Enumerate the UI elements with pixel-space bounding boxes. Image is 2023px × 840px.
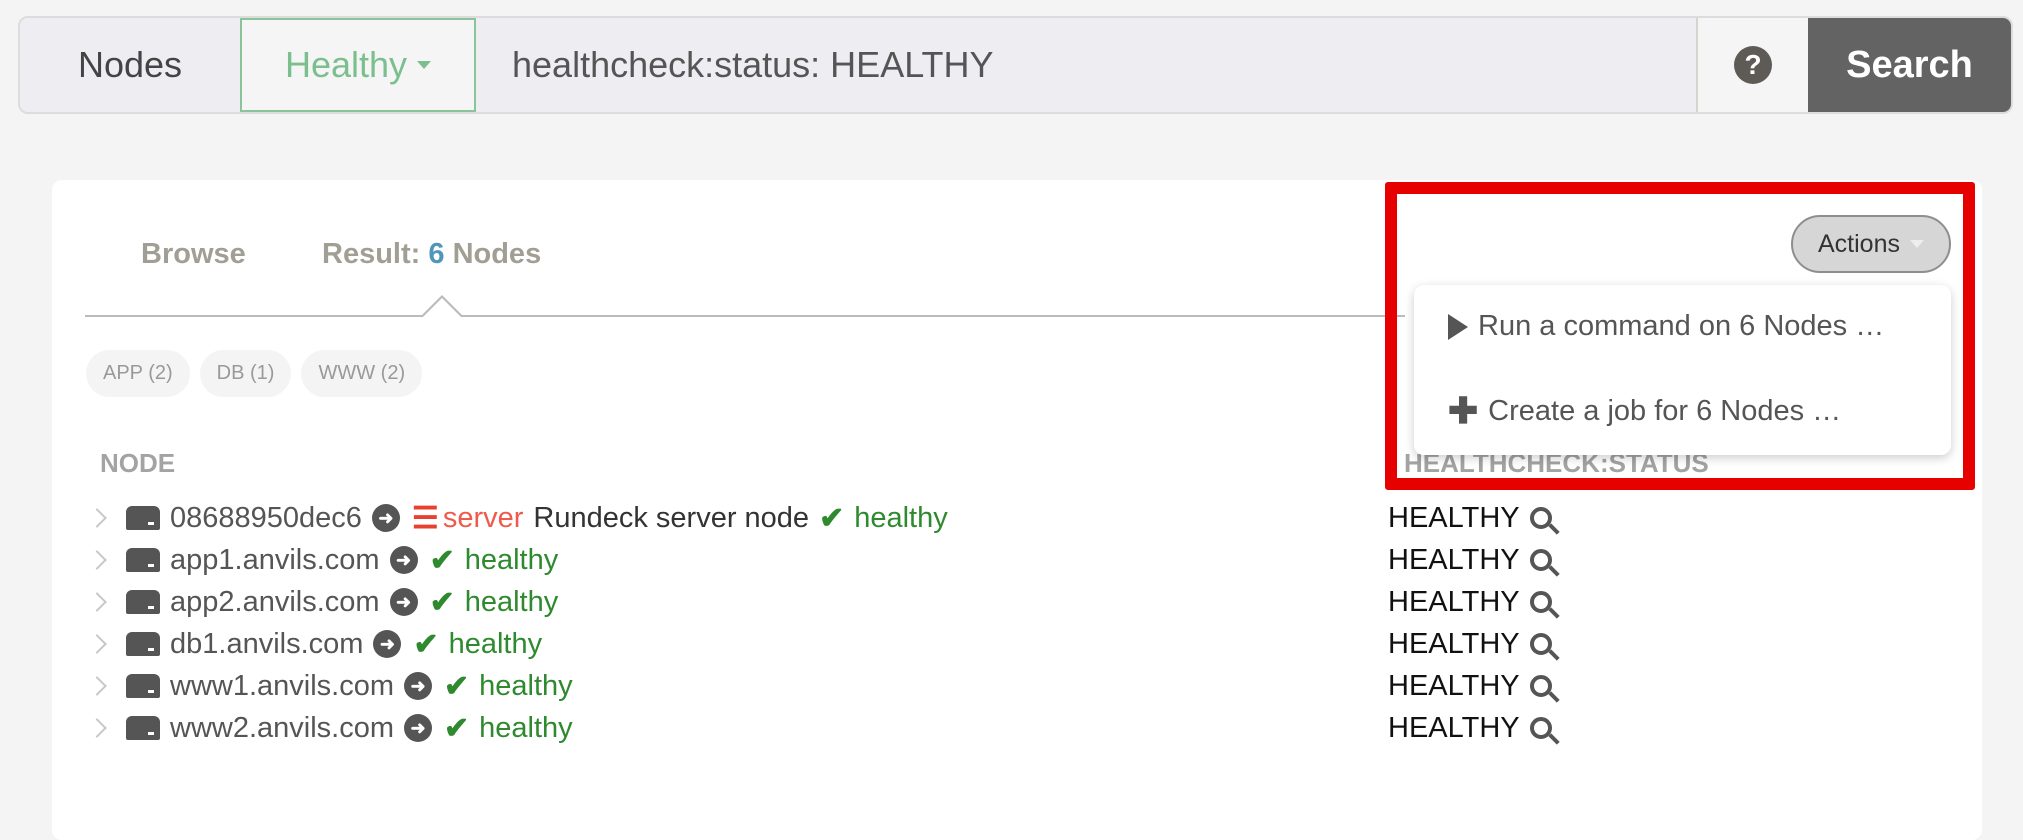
status-cell: HEALTHY bbox=[1388, 581, 1552, 623]
column-header-node: NODE bbox=[100, 448, 176, 478]
filter-input[interactable] bbox=[476, 18, 1696, 112]
arrow-circle-right-icon[interactable]: ➜ bbox=[371, 504, 400, 532]
chevron-right-icon[interactable] bbox=[87, 550, 107, 570]
check-icon: ✔ bbox=[429, 543, 455, 577]
status-value: HEALTHY bbox=[1388, 627, 1520, 660]
search-icon[interactable] bbox=[1529, 549, 1552, 571]
status-value: HEALTHY bbox=[1388, 669, 1520, 702]
node-description: Rundeck server node bbox=[533, 501, 810, 534]
rundeck-logo-icon: ☰ bbox=[411, 501, 439, 535]
chevron-right-icon[interactable] bbox=[87, 508, 107, 528]
node-name[interactable]: www2.anvils.com bbox=[170, 712, 394, 745]
search-icon[interactable] bbox=[1529, 675, 1552, 697]
chevron-right-icon[interactable] bbox=[87, 634, 107, 654]
server-icon bbox=[126, 548, 160, 572]
node-name[interactable]: app1.anvils.com bbox=[170, 544, 380, 577]
filter-dropdown[interactable]: Healthy bbox=[240, 18, 476, 112]
status-cell: HEALTHY bbox=[1388, 665, 1552, 707]
tag-db[interactable]: DB (1) bbox=[199, 350, 292, 397]
server-icon bbox=[126, 674, 160, 698]
tag-filters: APP (2) DB (1) WWW (2) bbox=[86, 350, 423, 397]
status-value: HEALTHY bbox=[1388, 711, 1520, 744]
status-value: HEALTHY bbox=[1388, 543, 1520, 576]
check-icon: ✔ bbox=[444, 711, 470, 745]
status-value: HEALTHY bbox=[1388, 501, 1520, 534]
status-value: HEALTHY bbox=[1388, 585, 1520, 618]
health-label: healthy bbox=[479, 711, 573, 744]
check-icon: ✔ bbox=[819, 501, 845, 535]
arrow-circle-right-icon[interactable]: ➜ bbox=[389, 546, 418, 574]
arrow-circle-right-icon[interactable]: ➜ bbox=[389, 588, 418, 616]
table-row: www2.anvils.com ➜ ✔ healthy bbox=[87, 707, 948, 749]
caret-down-icon bbox=[417, 61, 432, 69]
tag-app[interactable]: APP (2) bbox=[86, 350, 190, 397]
tab-result[interactable]: Result: 6 Nodes bbox=[322, 238, 541, 271]
table-row: app1.anvils.com ➜ ✔ healthy bbox=[87, 539, 948, 581]
table-row: 08688950dec6 ➜ ☰ server Rundeck server n… bbox=[87, 497, 948, 539]
server-icon bbox=[126, 632, 160, 656]
node-name[interactable]: app2.anvils.com bbox=[170, 586, 380, 619]
node-filter-bar: Nodes Healthy ? Search bbox=[18, 16, 2013, 114]
health-label: healthy bbox=[448, 627, 543, 660]
table-row: app2.anvils.com ➜ ✔ healthy bbox=[87, 581, 948, 623]
status-cell: HEALTHY bbox=[1388, 707, 1552, 749]
search-icon[interactable] bbox=[1529, 507, 1552, 529]
server-icon bbox=[126, 716, 160, 740]
node-name[interactable]: www1.anvils.com bbox=[170, 670, 394, 703]
tag-www[interactable]: WWW (2) bbox=[301, 350, 423, 397]
search-icon[interactable] bbox=[1529, 591, 1552, 613]
health-label: healthy bbox=[479, 669, 573, 702]
node-tag: server bbox=[442, 501, 524, 534]
result-prefix: Result: bbox=[322, 238, 421, 270]
active-tab-indicator-fill bbox=[422, 298, 462, 318]
check-icon: ✔ bbox=[413, 627, 439, 661]
table-row: www1.anvils.com ➜ ✔ healthy bbox=[87, 665, 948, 707]
chevron-right-icon[interactable] bbox=[87, 592, 107, 612]
arrow-circle-right-icon[interactable]: ➜ bbox=[404, 672, 432, 700]
server-icon bbox=[126, 506, 160, 530]
status-cell: HEALTHY bbox=[1388, 623, 1552, 665]
search-button[interactable]: Search bbox=[1808, 18, 2011, 112]
nodes-label: Nodes bbox=[20, 18, 240, 112]
help-button[interactable]: ? bbox=[1696, 18, 1808, 112]
status-cell: HEALTHY bbox=[1388, 539, 1552, 581]
health-label: healthy bbox=[854, 501, 948, 534]
node-list: 08688950dec6 ➜ ☰ server Rundeck server n… bbox=[87, 497, 948, 749]
table-row: db1.anvils.com ➜ ✔ healthy bbox=[87, 623, 948, 665]
result-suffix: Nodes bbox=[452, 238, 542, 270]
status-column: HEALTHY HEALTHY HEALTHY HEALTHY HEALTHY … bbox=[1388, 497, 1552, 749]
chevron-right-icon[interactable] bbox=[87, 676, 107, 696]
server-icon bbox=[126, 590, 160, 614]
question-circle-icon: ? bbox=[1734, 46, 1772, 84]
health-label: healthy bbox=[464, 585, 559, 618]
search-icon[interactable] bbox=[1529, 717, 1552, 739]
tab-browse[interactable]: Browse bbox=[141, 238, 246, 271]
check-icon: ✔ bbox=[429, 585, 455, 619]
arrow-circle-right-icon[interactable]: ➜ bbox=[404, 714, 432, 742]
node-name[interactable]: 08688950dec6 bbox=[170, 502, 362, 535]
filter-label: Healthy bbox=[284, 44, 408, 85]
chevron-right-icon[interactable] bbox=[87, 718, 107, 738]
highlight-annotation bbox=[1385, 182, 1975, 490]
tab-divider bbox=[85, 315, 1405, 317]
check-icon: ✔ bbox=[444, 669, 470, 703]
node-name[interactable]: db1.anvils.com bbox=[170, 628, 363, 661]
health-label: healthy bbox=[464, 543, 559, 576]
arrow-circle-right-icon[interactable]: ➜ bbox=[373, 630, 402, 658]
status-cell: HEALTHY bbox=[1388, 497, 1552, 539]
result-count: 6 bbox=[428, 238, 445, 270]
search-icon[interactable] bbox=[1529, 633, 1552, 655]
